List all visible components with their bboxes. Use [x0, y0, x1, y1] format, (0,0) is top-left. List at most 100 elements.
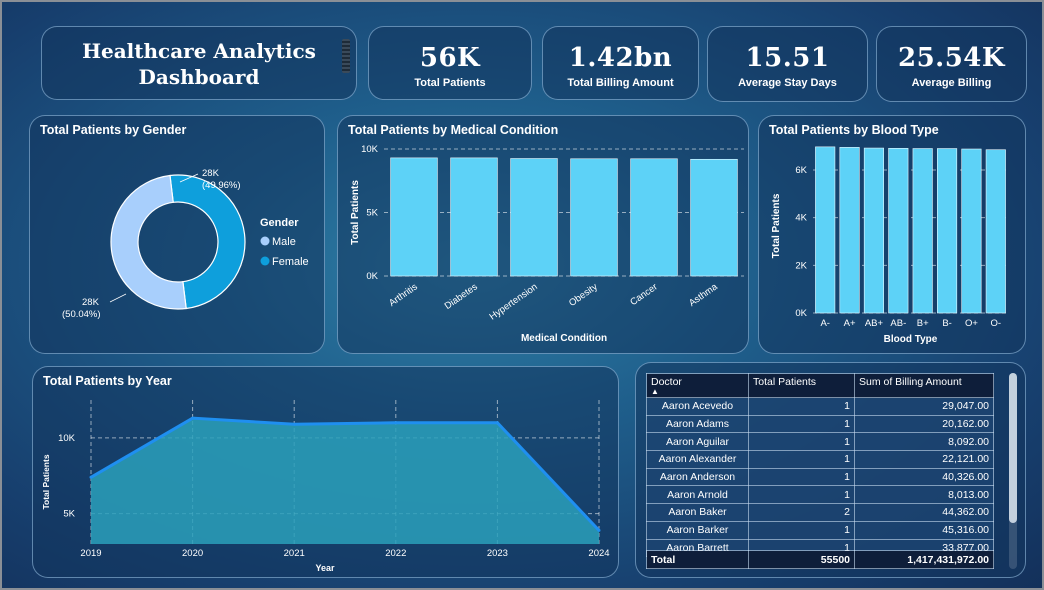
- kpi-label: Total Patients: [414, 77, 486, 89]
- bar-ab-[interactable]: [888, 147, 909, 314]
- x-tick-label: AB-: [890, 318, 906, 329]
- table-row[interactable]: Aaron Adams 1 20,162.00: [646, 414, 994, 434]
- kpi-value: 56K: [419, 43, 481, 73]
- total-label: Total: [646, 550, 749, 569]
- table-row[interactable]: Aaron Anderson 1 40,326.00: [646, 467, 994, 487]
- table-row[interactable]: Aaron Acevedo 1 29,047.00: [646, 397, 994, 416]
- data-point-2022[interactable]: [394, 421, 398, 425]
- blood-type-chart-panel: Total Patients by Blood Type 0K 2K 4K 6K A- A…: [758, 115, 1026, 354]
- bar-b-[interactable]: [937, 148, 958, 314]
- bar-arthritis[interactable]: [390, 157, 438, 277]
- x-tick-label: O+: [965, 318, 978, 329]
- y-tick-label: 6K: [795, 165, 807, 176]
- x-tick-label: 2022: [385, 548, 406, 559]
- x-axis-label: Year: [315, 563, 335, 573]
- kpi-total-billing: 1.42bn Total Billing Amount: [542, 26, 699, 100]
- table-row[interactable]: Aaron Arnold 1 8,013.00: [646, 485, 994, 505]
- drag-handle-icon[interactable]: [342, 39, 350, 73]
- bar-ab+[interactable]: [863, 147, 884, 314]
- cell-total-patients: 1: [748, 432, 855, 452]
- table-total-row: Total 55500 1,417,431,972.00: [646, 550, 994, 569]
- dashboard-title: Healthcare Analytics Dashboard: [82, 39, 316, 89]
- legend-item-female[interactable]: Female: [272, 256, 309, 268]
- bar-o-[interactable]: [985, 149, 1006, 314]
- legend-item-male[interactable]: Male: [272, 236, 296, 248]
- table-row[interactable]: Aaron Alexander 1 22,121.00: [646, 450, 994, 469]
- table-row[interactable]: Aaron Baker 2 44,362.00: [646, 503, 994, 522]
- cell-doctor: Aaron Alexander: [646, 450, 749, 469]
- y-tick-label: 2K: [795, 260, 807, 271]
- kpi-label: Average Billing: [911, 77, 992, 89]
- cell-billing: 8,013.00: [854, 485, 994, 505]
- kpi-value: 25.54K: [897, 43, 1005, 73]
- x-tick-label: B-: [942, 318, 952, 329]
- blood-type-bar-chart: 0K 2K 4K 6K A- A+ AB+ AB- B+ B- O+ O- Blood Type Tota…: [771, 146, 1008, 345]
- kpi-label: Total Billing Amount: [567, 77, 674, 89]
- bar-o+[interactable]: [961, 148, 982, 314]
- bar-a-[interactable]: [815, 146, 836, 314]
- scrollbar-thumb[interactable]: [1009, 373, 1017, 523]
- bar-a+[interactable]: [839, 147, 860, 314]
- cell-doctor: Aaron Acevedo: [646, 397, 749, 416]
- y-tick-label: 4K: [795, 213, 807, 224]
- doctor-table-scroll[interactable]: Doctor ▲ Total Patients Sum of Billing Am…: [646, 373, 994, 569]
- dashboard-title-card: Healthcare Analytics Dashboard: [41, 26, 357, 100]
- x-tick-label: 2024: [588, 548, 609, 559]
- legend-marker-female: [260, 256, 270, 266]
- y-axis-label: Total Patients: [771, 193, 782, 258]
- data-point-2020[interactable]: [191, 416, 195, 420]
- medical-condition-chart-panel: Total Patients by Medical Condition 0K 5K…: [337, 115, 749, 354]
- table-row[interactable]: Aaron Aguilar 1 8,092.00: [646, 432, 994, 452]
- legend-title: Gender: [260, 217, 299, 229]
- bar-obesity[interactable]: [570, 158, 618, 277]
- column-header-doctor[interactable]: Doctor ▲: [646, 373, 749, 398]
- year-chart-panel: Total Patients by Year 5K 10K 2019 2020 2021…: [32, 366, 619, 578]
- bar-asthma[interactable]: [690, 158, 738, 277]
- cell-billing: 44,362.00: [854, 503, 994, 522]
- table-scrollbar[interactable]: [1009, 373, 1017, 569]
- cell-doctor: Aaron Barker: [646, 520, 749, 540]
- bar-cancer[interactable]: [630, 158, 678, 277]
- x-tick-label: 2020: [182, 548, 203, 559]
- table-row[interactable]: Aaron Barker 1 45,316.00: [646, 520, 994, 540]
- y-tick-label: 10K: [361, 144, 379, 155]
- x-tick-label: B+: [917, 318, 929, 329]
- cell-total-patients: 1: [748, 397, 855, 416]
- data-label-female-pct: (49.96%): [202, 180, 241, 191]
- cell-doctor: Aaron Arnold: [646, 485, 749, 505]
- cell-billing: 40,326.00: [854, 467, 994, 487]
- data-label-female: 28K: [202, 168, 220, 179]
- y-tick-label: 0K: [795, 308, 807, 319]
- total-billing-value: 1,417,431,972.00: [854, 550, 994, 569]
- x-tick-label: Diabetes: [443, 281, 480, 312]
- x-tick-label: Arthritis: [387, 281, 420, 309]
- sort-ascending-icon: ▲: [651, 387, 659, 396]
- column-header-total-patients[interactable]: Total Patients: [748, 373, 855, 398]
- column-header-billing[interactable]: Sum of Billing Amount: [854, 373, 994, 398]
- x-tick-label: Obesity: [567, 281, 600, 309]
- kpi-average-billing: 25.54K Average Billing: [876, 26, 1027, 102]
- data-point-2019[interactable]: [89, 475, 93, 479]
- x-tick-label: Hypertension: [488, 281, 540, 322]
- cell-total-patients: 1: [748, 520, 855, 540]
- cell-billing: 20,162.00: [854, 414, 994, 434]
- gender-chart-panel: Total Patients by Gender 28K (49.96%) 28…: [29, 115, 325, 354]
- data-point-2023[interactable]: [495, 421, 499, 425]
- area-fill: [91, 418, 599, 544]
- y-tick-label: 0K: [366, 271, 378, 282]
- cell-total-patients: 1: [748, 485, 855, 505]
- data-label-male: 28K: [82, 297, 100, 308]
- data-point-2021[interactable]: [292, 422, 296, 426]
- bar-b+[interactable]: [912, 148, 933, 314]
- x-axis-label: Blood Type: [884, 334, 938, 345]
- cell-doctor: Aaron Baker: [646, 503, 749, 522]
- kpi-label: Average Stay Days: [738, 77, 837, 89]
- legend-marker-male: [260, 236, 270, 246]
- cell-total-patients: 2: [748, 503, 855, 522]
- bar-hypertension[interactable]: [510, 158, 558, 277]
- bar-diabetes[interactable]: [450, 157, 498, 277]
- y-axis-label: Total Patients: [41, 454, 51, 509]
- cell-doctor: Aaron Anderson: [646, 467, 749, 487]
- data-point-2024[interactable]: [597, 528, 601, 532]
- x-tick-label: 2021: [284, 548, 305, 559]
